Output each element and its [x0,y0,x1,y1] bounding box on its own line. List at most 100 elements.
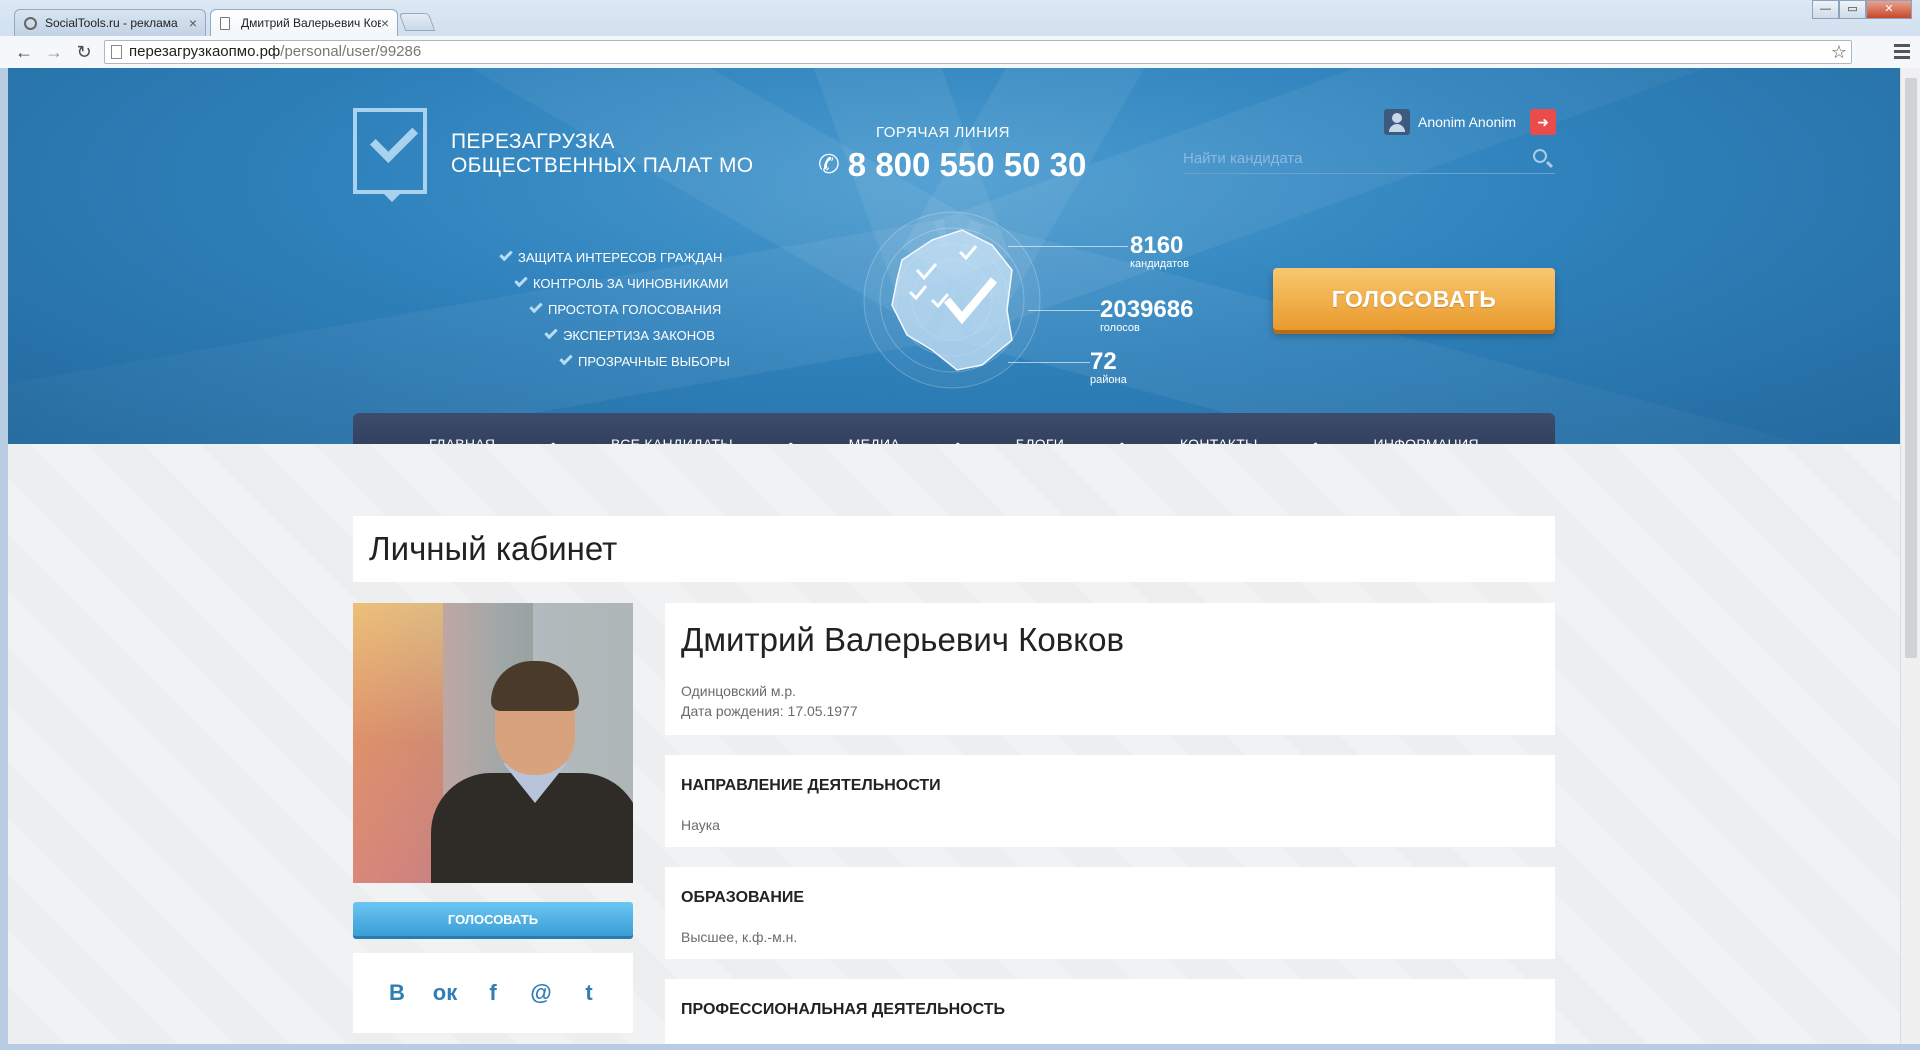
feature-item: ЭКСПЕРТИЗА ЗАКОНОВ [544,325,715,346]
site-title[interactable]: ПЕРЕЗАГРУЗКА ОБЩЕСТВЕННЫХ ПАЛАТ МО [451,130,753,178]
tab-title: Дмитрий Валерьевич Ков [241,16,381,30]
odnoklassniki-icon[interactable]: ок [430,980,460,1006]
candidate-photo [353,603,633,883]
candidate-district: Одинцовский м.р. [681,683,797,699]
feature-label: ЗАЩИТА ИНТЕРЕСОВ ГРАЖДАН [518,250,723,265]
page-title: Личный кабинет [369,530,618,567]
social-share: B ок f @ t [353,953,633,1033]
feature-label: КОНТРОЛЬ ЗА ЧИНОВНИКАМИ [533,276,729,291]
back-icon[interactable]: ← [12,40,36,64]
logo-tail [384,194,400,202]
vote-button[interactable]: ГОЛОСОВАТЬ [353,902,633,936]
tab-title: SocialTools.ru - реклама [45,16,178,30]
hotline-label: ГОРЯЧАЯ ЛИНИЯ [875,124,1011,141]
vk-icon[interactable]: B [382,980,412,1006]
check-icon [499,247,513,262]
stat-value: 2039686 [1100,296,1194,323]
check-icon [514,273,528,288]
feature-item: КОНТРОЛЬ ЗА ЧИНОВНИКАМИ [514,273,729,294]
tab-strip: SocialTools.ru - реклама × Дмитрий Валер… [0,0,1920,36]
check-icon [544,325,558,340]
browser-tab-socialtools[interactable]: SocialTools.ru - реклама × [14,9,206,36]
maximize-button[interactable]: ▭ [1839,0,1866,19]
twitter-icon[interactable]: t [574,980,604,1006]
section-title: НАПРАВЛЕНИЕ ДЕЯТЕЛЬНОСТИ [681,777,941,794]
candidate-birthdate: Дата рождения: 17.05.1977 [681,703,858,719]
bg-ray [8,218,965,444]
scrollbar-thumb[interactable] [1905,78,1917,658]
check-icon [529,299,543,314]
site-title-line2: ОБЩЕСТВЕННЫХ ПАЛАТ МО [451,154,754,177]
page-viewport: ПЕРЕЗАГРУЗКА ОБЩЕСТВЕННЫХ ПАЛАТ МО ГОРЯЧ… [8,68,1900,1044]
browser-tab-profile[interactable]: Дмитрий Валерьевич Ков × [210,9,398,36]
mail-icon[interactable]: @ [526,980,556,1006]
url-path: /personal/user/99286 [280,43,422,60]
user-block: Anonim Anonim ➜ [1384,108,1557,136]
profile-card: Дмитрий Валерьевич Ковков Одинцовский м.… [665,603,1555,735]
hotline-phone: ✆ 8 800 550 50 30 [818,146,1098,184]
facebook-icon[interactable]: f [478,980,508,1006]
stat-districts: 72 района [1090,348,1127,387]
vote-button-header[interactable]: ГОЛОСОВАТЬ [1273,268,1555,330]
hero-header: ПЕРЕЗАГРУЗКА ОБЩЕСТВЕННЫХ ПАЛАТ МО ГОРЯЧ… [8,68,1900,444]
tab-close-icon[interactable]: × [381,10,389,36]
window-frame-bottom [0,1044,1920,1050]
stat-connector [1028,310,1100,311]
browser-menu-icon[interactable] [1894,44,1910,62]
page-icon [111,45,122,59]
reload-icon[interactable]: ↻ [72,40,96,64]
phone-icon: ✆ [818,149,840,179]
stat-connector [1008,362,1090,363]
stat-label: кандидатов [1130,258,1189,270]
user-name[interactable]: Anonim Anonim [1418,114,1516,130]
stat-value: 8160 [1130,232,1184,259]
check-icon [559,351,573,366]
region-map-icon [863,211,1041,389]
section-professional: ПРОФЕССИОНАЛЬНАЯ ДЕЯТЕЛЬНОСТЬ [665,979,1555,1044]
stat-label: района [1090,374,1127,386]
search-input[interactable] [1183,144,1513,172]
page-title-card: Личный кабинет [353,516,1555,582]
section-education: ОБРАЗОВАНИЕ Высшее, к.ф.-м.н. [665,867,1555,959]
page-favicon-icon [220,17,230,30]
section-title: ОБРАЗОВАНИЕ [681,889,805,906]
minimize-button[interactable]: — [1812,0,1839,19]
feature-item: ПРОСТОТА ГОЛОСОВАНИЯ [529,299,722,320]
stat-value: 72 [1090,348,1117,375]
browser-chrome: SocialTools.ru - реклама × Дмитрий Валер… [0,0,1920,68]
window-controls: — ▭ ✕ [1812,0,1912,19]
stat-votes: 2039686 голосов [1100,296,1194,335]
feature-label: ПРОЗРАЧНЫЕ ВЫБОРЫ [578,354,730,369]
stat-label: голосов [1100,322,1140,334]
bookmark-star-icon[interactable]: ☆ [1831,41,1847,63]
forward-icon[interactable]: → [42,40,66,64]
site-favicon-icon [24,17,37,30]
section-body: Высшее, к.ф.-м.н. [681,929,798,945]
new-tab-button[interactable] [398,13,436,31]
section-title: ПРОФЕССИОНАЛЬНАЯ ДЕЯТЕЛЬНОСТЬ [681,1001,1006,1018]
browser-toolbar: ← → ↻ перезагрузкаопмо.рф/personal/user/… [0,36,1920,68]
address-bar[interactable]: перезагрузкаопмо.рф/personal/user/99286 … [104,40,1852,64]
phone-number: 8 800 550 50 30 [847,146,1087,183]
feature-item: ПРОЗРАЧНЫЕ ВЫБОРЫ [559,351,730,372]
feature-label: ЭКСПЕРТИЗА ЗАКОНОВ [563,328,715,343]
candidate-search [1183,144,1555,174]
logout-icon[interactable]: ➜ [1530,109,1557,135]
stat-candidates: 8160 кандидатов [1130,232,1189,271]
user-avatar-icon[interactable] [1384,109,1410,135]
bg-ray [938,220,1900,444]
window-frame-left [0,68,8,1044]
close-window-button[interactable]: ✕ [1866,0,1912,19]
candidate-name: Дмитрий Валерьевич Ковков [681,621,1124,658]
section-body: Наука [681,817,720,833]
stat-connector [1008,246,1128,247]
page-scrollbar[interactable] [1900,68,1920,1044]
site-title-line1: ПЕРЕЗАГРУЗКА [451,130,615,153]
feature-item: ЗАЩИТА ИНТЕРЕСОВ ГРАЖДАН [499,247,723,268]
section-activity: НАПРАВЛЕНИЕ ДЕЯТЕЛЬНОСТИ Наука [665,755,1555,847]
url-domain: перезагрузкаопмо.рф [129,43,281,60]
search-icon[interactable] [1533,149,1547,163]
tab-close-icon[interactable]: × [189,10,197,36]
feature-label: ПРОСТОТА ГОЛОСОВАНИЯ [548,302,722,317]
site-logo-checkbox-icon[interactable] [353,108,427,194]
